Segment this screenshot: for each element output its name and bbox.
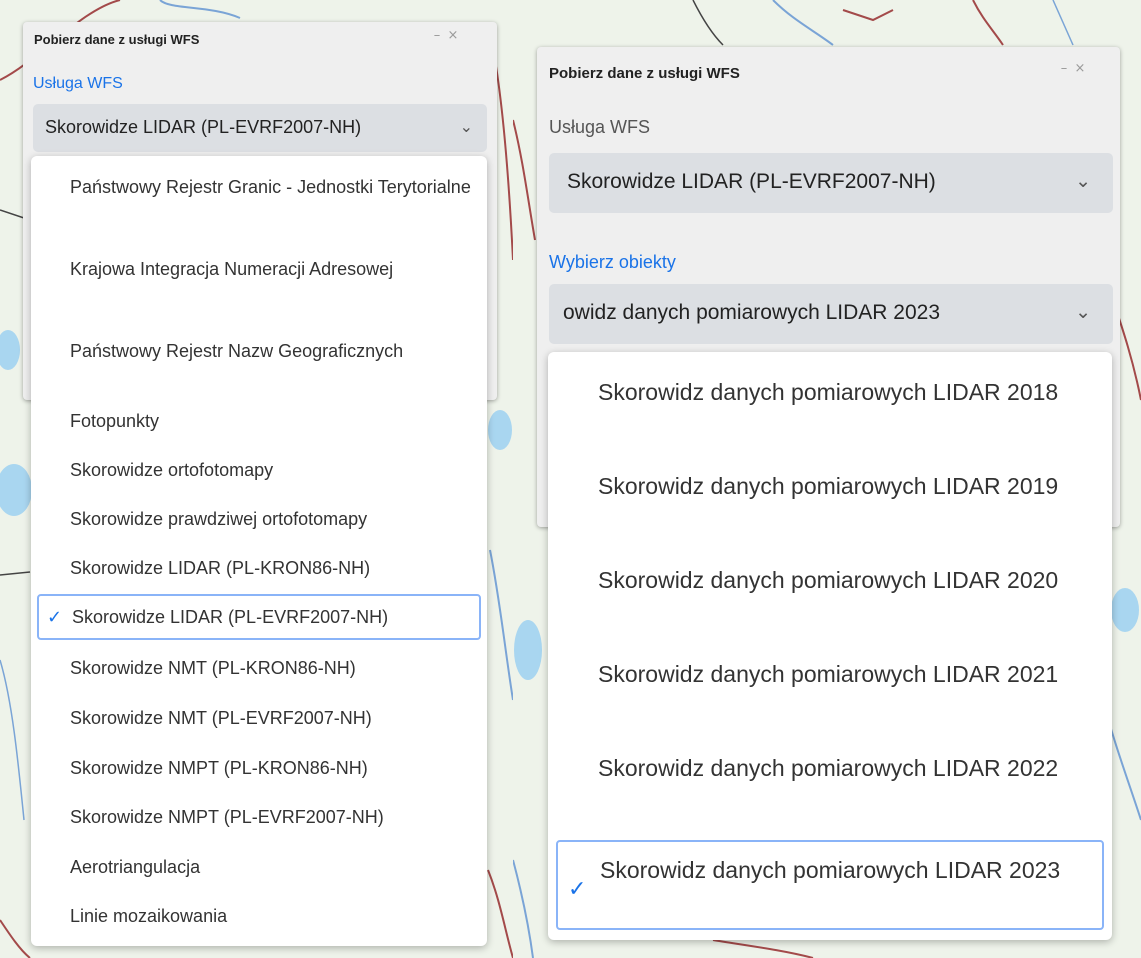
- dropdown-option[interactable]: Linie mozaikowania: [37, 901, 481, 931]
- close-icon[interactable]: ×: [446, 29, 460, 44]
- dropdown-option[interactable]: Fotopunkty: [37, 406, 481, 436]
- checkmark-icon: ✓: [47, 607, 63, 628]
- option-label: Skorowidze prawdziwej ortofotomapy: [70, 509, 368, 529]
- chevron-down-icon: ⌄: [1075, 170, 1091, 192]
- dropdown-option[interactable]: Skorowidze NMPT (PL-EVRF2007-NH): [37, 802, 481, 832]
- option-label: Skorowidz danych pomiarowych LIDAR 2019: [598, 473, 1059, 499]
- option-label: Krajowa Integracja Numeracji Adresowej: [70, 259, 394, 279]
- objects-select-value: owidz danych pomiarowych LIDAR 2023: [563, 301, 941, 324]
- dropdown-option[interactable]: Państwowy Rejestr Granic - Jednostki Ter…: [37, 172, 481, 202]
- dropdown-option[interactable]: Krajowa Integracja Numeracji Adresowej: [37, 254, 481, 284]
- dropdown-option[interactable]: Skorowidze prawdziwej ortofotomapy: [37, 504, 481, 534]
- dropdown-option[interactable]: Skorowidz danych pomiarowych LIDAR 2021: [556, 658, 1104, 690]
- chevron-down-icon: ⌄: [1075, 301, 1091, 323]
- option-label: Skorowidz danych pomiarowych LIDAR 2023: [600, 857, 1061, 883]
- option-label: Skorowidze NMT (PL-EVRF2007-NH): [70, 708, 372, 728]
- dropdown-option-selected[interactable]: ✓ Skorowidze LIDAR (PL-EVRF2007-NH): [37, 594, 481, 640]
- service-label: Usługa WFS: [549, 117, 651, 137]
- window-controls: – ×: [430, 29, 460, 44]
- dropdown-option[interactable]: Skorowidze ortofotomapy: [37, 455, 481, 485]
- service-select-value: Skorowidze LIDAR (PL-EVRF2007-NH): [45, 117, 362, 137]
- option-label: Fotopunkty: [70, 411, 160, 431]
- window-controls: – ×: [1057, 62, 1087, 77]
- option-label: Skorowidze NMPT (PL-KRON86-NH): [70, 758, 368, 778]
- option-label: Linie mozaikowania: [70, 906, 228, 926]
- service-select[interactable]: Skorowidze LIDAR (PL-EVRF2007-NH) ⌄: [33, 104, 487, 152]
- dropdown-option[interactable]: Skorowidze NMT (PL-EVRF2007-NH): [37, 703, 481, 733]
- minimize-icon[interactable]: –: [430, 29, 444, 44]
- objects-label: Wybierz obiekty: [549, 252, 676, 272]
- dropdown-option[interactable]: Skorowidz danych pomiarowych LIDAR 2018: [556, 376, 1104, 408]
- minimize-icon[interactable]: –: [1057, 62, 1071, 77]
- dropdown-option[interactable]: Państwowy Rejestr Nazw Geograficznych: [37, 336, 481, 366]
- objects-dropdown-list: Skorowidz danych pomiarowych LIDAR 2018 …: [548, 352, 1112, 940]
- dropdown-option[interactable]: Skorowidze NMT (PL-KRON86-NH): [37, 653, 481, 683]
- option-label: Skorowidze ortofotomapy: [70, 460, 274, 480]
- option-label: Skorowidze LIDAR (PL-KRON86-NH): [70, 558, 371, 578]
- dropdown-option[interactable]: Skorowidz danych pomiarowych LIDAR 2020: [556, 564, 1104, 596]
- objects-select[interactable]: owidz danych pomiarowych LIDAR 2023 ⌄: [549, 284, 1113, 344]
- service-label: Usługa WFS: [33, 75, 123, 92]
- dropdown-option-selected[interactable]: ✓ Skorowidz danych pomiarowych LIDAR 202…: [556, 840, 1104, 930]
- service-select[interactable]: Skorowidze LIDAR (PL-EVRF2007-NH) ⌄: [549, 153, 1113, 213]
- option-label: Skorowidz danych pomiarowych LIDAR 2018: [598, 379, 1059, 405]
- service-select-value: Skorowidze LIDAR (PL-EVRF2007-NH): [567, 170, 936, 193]
- dropdown-option[interactable]: Skorowidze NMPT (PL-KRON86-NH): [37, 753, 481, 783]
- option-label: Skorowidz danych pomiarowych LIDAR 2021: [598, 661, 1059, 687]
- panel-title: Pobierz dane z usługi WFS: [549, 65, 740, 82]
- option-label: Skorowidz danych pomiarowych LIDAR 2022: [598, 755, 1059, 781]
- option-label: Skorowidz danych pomiarowych LIDAR 2020: [598, 567, 1059, 593]
- option-label: Skorowidze NMPT (PL-EVRF2007-NH): [70, 807, 384, 827]
- service-dropdown-list: Państwowy Rejestr Granic - Jednostki Ter…: [31, 156, 487, 946]
- dropdown-option[interactable]: Skorowidze LIDAR (PL-KRON86-NH): [37, 553, 481, 583]
- close-icon[interactable]: ×: [1073, 62, 1087, 77]
- dropdown-option[interactable]: Aerotriangulacja: [37, 852, 481, 882]
- dropdown-option[interactable]: Skorowidz danych pomiarowych LIDAR 2022: [556, 752, 1104, 784]
- chevron-down-icon: ⌄: [459, 117, 473, 136]
- option-label: Skorowidze NMT (PL-KRON86-NH): [70, 658, 356, 678]
- option-label: Państwowy Rejestr Nazw Geograficznych: [70, 341, 404, 361]
- option-label: Aerotriangulacja: [70, 857, 201, 877]
- option-label: Skorowidze LIDAR (PL-EVRF2007-NH): [72, 607, 389, 627]
- option-label: Państwowy Rejestr Granic - Jednostki Ter…: [70, 177, 471, 197]
- checkmark-icon: ✓: [568, 877, 587, 902]
- panel-title: Pobierz dane z usługi WFS: [34, 32, 200, 47]
- dropdown-option[interactable]: Skorowidz danych pomiarowych LIDAR 2019: [556, 470, 1104, 502]
